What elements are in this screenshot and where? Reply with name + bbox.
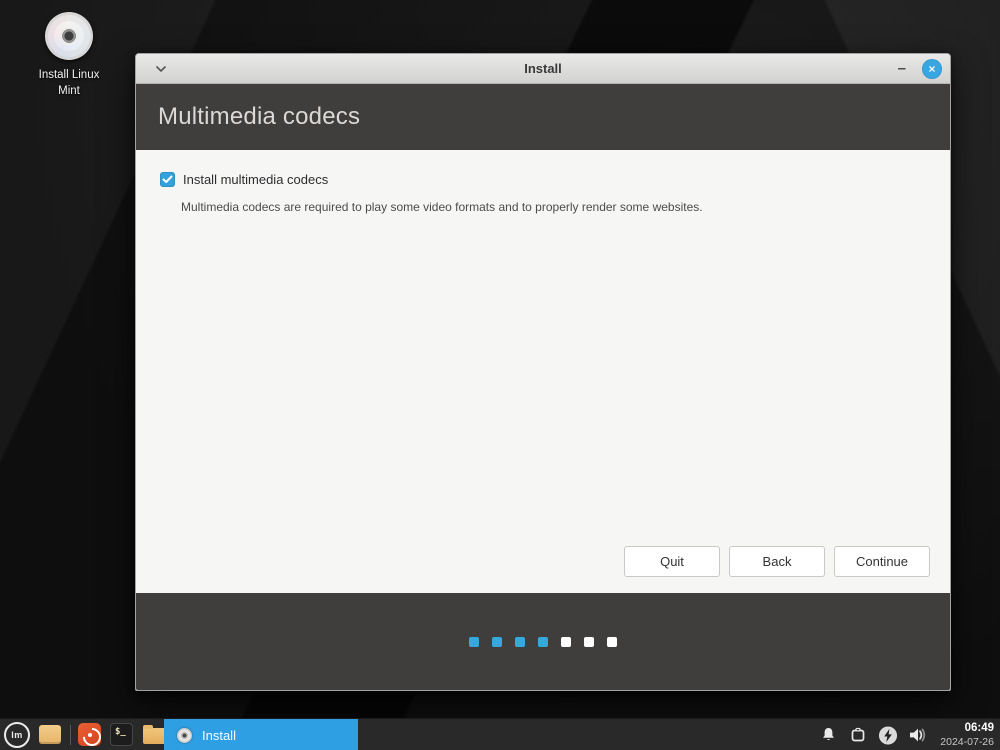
desktop: Install Linux Mint Install – × Multimedi… [0,0,1000,718]
progress-dot-7 [607,636,617,647]
progress-dot-1 [469,636,479,647]
page-content: Install multimedia codecs Multimedia cod… [136,150,950,593]
navigation-buttons: Quit Back Continue [624,546,930,577]
clock[interactable]: 06:49 2024-07-26 [940,722,994,747]
system-tray: 06:49 2024-07-26 [818,719,994,750]
page-title: Multimedia codecs [158,103,361,130]
cd-disc-icon [45,12,93,60]
progress-dot-6 [584,636,594,647]
file-manager-launcher-icon[interactable] [143,725,166,744]
back-button[interactable]: Back [729,546,825,577]
show-desktop-button[interactable] [39,725,61,744]
firefox-launcher-icon[interactable] [78,723,101,746]
page-header: Multimedia codecs [136,84,950,150]
terminal-launcher-icon[interactable]: $_ [110,723,133,746]
volume-icon[interactable] [908,723,928,747]
taskbar-window-button-label: Install [202,727,236,743]
install-codecs-row[interactable]: Install multimedia codecs [160,172,328,187]
codecs-description: Multimedia codecs are required to play s… [181,200,703,214]
window-title: Install [524,61,562,76]
progress-dot-2 [492,636,502,647]
cd-disc-icon-small [177,727,192,743]
terminal-prompt-glyph: $_ [115,727,126,737]
installer-window: Install – × Multimedia codecs Install mu… [135,53,951,691]
install-codecs-checkbox[interactable] [160,172,175,187]
mint-menu-button[interactable]: lm [4,721,30,748]
clock-date: 2024-07-26 [940,735,994,748]
quit-button[interactable]: Quit [624,546,720,577]
minimize-button[interactable]: – [896,61,908,76]
install-codecs-label: Install multimedia codecs [183,172,329,187]
window-titlebar: Install – × [136,54,950,84]
progress-dot-3 [515,636,525,647]
close-button[interactable]: × [922,58,942,79]
power-manager-icon[interactable] [878,723,898,747]
clipboard-icon[interactable] [848,723,868,747]
taskbar: lm $_ Install 06:49 2024-07-26 [0,718,1000,750]
notifications-bell-icon[interactable] [818,723,838,747]
clock-time: 06:49 [964,722,994,735]
taskbar-window-button-install[interactable]: Install [164,719,358,750]
progress-dots [469,636,617,647]
chevron-down-icon[interactable] [150,58,172,80]
progress-dot-5 [561,636,571,647]
mint-logo-icon: lm [11,729,23,740]
window-footer [136,593,950,690]
continue-button[interactable]: Continue [834,546,930,577]
desktop-icon-install-linux-mint[interactable]: Install Linux Mint [18,12,120,99]
taskbar-separator [70,724,71,745]
progress-dot-4 [538,636,548,647]
desktop-icon-label: Install Linux Mint [38,69,100,97]
